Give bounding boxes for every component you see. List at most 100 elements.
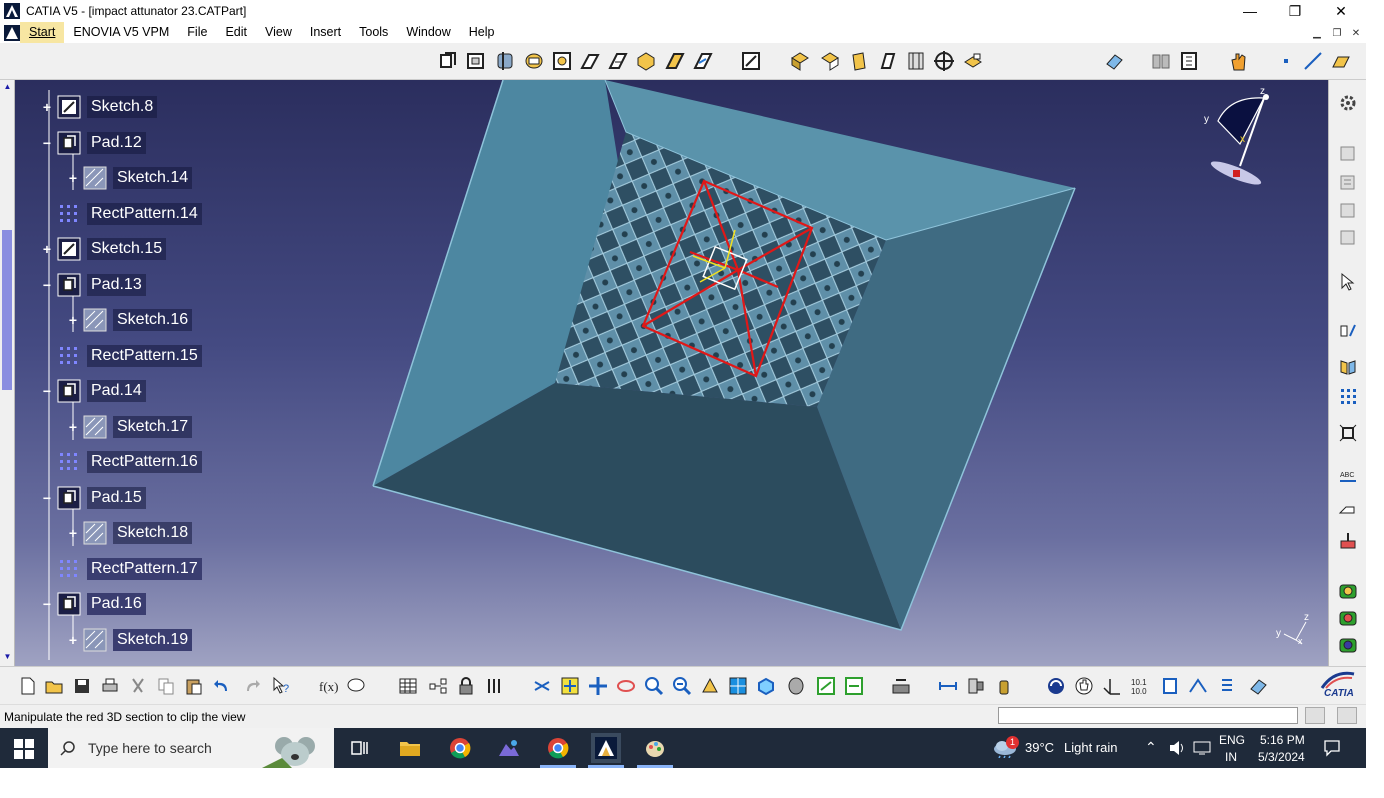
- plane-icon[interactable]: [1330, 50, 1352, 72]
- hole-tool-icon[interactable]: [551, 50, 573, 72]
- tree-node[interactable]: + Sketch.16: [67, 307, 193, 333]
- task-view-icon[interactable]: [345, 733, 375, 763]
- point-icon[interactable]: [1275, 50, 1297, 72]
- menu-insert[interactable]: Insert: [301, 22, 350, 43]
- remove-face-icon[interactable]: [962, 50, 984, 72]
- tree-expander[interactable]: +: [67, 313, 79, 327]
- pocket-tool-icon[interactable]: [465, 50, 487, 72]
- tree-node-label[interactable]: Pad.16: [87, 593, 146, 615]
- language-top[interactable]: ENG: [1219, 733, 1245, 747]
- select-cursor-icon[interactable]: [1338, 272, 1358, 292]
- tree-expander[interactable]: −: [41, 597, 53, 611]
- sync-icon[interactable]: [1046, 676, 1066, 696]
- menu-start[interactable]: Start: [20, 22, 65, 43]
- undo-icon[interactable]: [212, 676, 232, 696]
- tree-node[interactable]: + Sketch.15: [41, 236, 167, 262]
- file-explorer-icon[interactable]: [395, 733, 425, 763]
- menu-file[interactable]: File: [178, 22, 216, 43]
- mdi-close-button[interactable]: ✕: [1348, 25, 1364, 41]
- taskbar-search-box[interactable]: Type here to search: [48, 728, 334, 768]
- tree-expander[interactable]: +: [67, 420, 79, 434]
- analysis-tool-2-icon[interactable]: [1338, 608, 1358, 628]
- chamfer-icon[interactable]: [819, 50, 841, 72]
- restore-button[interactable]: ❐: [1272, 0, 1318, 22]
- tree-expander[interactable]: +: [67, 633, 79, 647]
- fly-mode-icon[interactable]: [532, 676, 552, 696]
- eraser-icon[interactable]: [1103, 50, 1125, 72]
- analysis-tool-3-icon[interactable]: [1338, 635, 1358, 655]
- cut-icon[interactable]: [128, 676, 148, 696]
- geometrical-set-icon[interactable]: [1338, 172, 1358, 192]
- tree-node-label[interactable]: Pad.13: [87, 273, 146, 296]
- tree-expander[interactable]: −: [41, 491, 53, 505]
- measure-icon[interactable]: [1338, 320, 1358, 340]
- annotation-text-icon[interactable]: ABC: [1338, 467, 1358, 487]
- minimize-button[interactable]: —: [1227, 0, 1273, 22]
- scaling-icon[interactable]: [1338, 423, 1358, 443]
- rotate-icon[interactable]: [616, 676, 636, 696]
- copy-icon[interactable]: [156, 676, 176, 696]
- command-button-1[interactable]: [1305, 707, 1325, 724]
- manipulation-icon[interactable]: [891, 676, 911, 696]
- render-style-icon[interactable]: [786, 676, 806, 696]
- formula-icon[interactable]: f(x): [318, 676, 338, 696]
- tree-node[interactable]: RectPattern.14: [41, 201, 202, 227]
- axis-system-icon[interactable]: [1102, 676, 1122, 696]
- command-input[interactable]: [998, 707, 1298, 724]
- insert-body-icon[interactable]: [1178, 50, 1200, 72]
- tree-node-label[interactable]: Sketch.18: [113, 522, 193, 544]
- menu-edit[interactable]: Edit: [216, 22, 256, 43]
- language-bottom[interactable]: IN: [1225, 750, 1237, 764]
- boolean-ops-icon[interactable]: [1338, 227, 1358, 247]
- multi-section-solid-icon[interactable]: [664, 50, 686, 72]
- catalog-icon[interactable]: [428, 676, 448, 696]
- menu-help[interactable]: Help: [460, 22, 504, 43]
- clock-date[interactable]: 5/3/2024: [1258, 750, 1305, 764]
- normal-view-icon[interactable]: [700, 676, 720, 696]
- print-icon[interactable]: [100, 676, 120, 696]
- shaft-tool-icon[interactable]: [494, 50, 516, 72]
- tree-node[interactable]: − Pad.13: [41, 272, 146, 298]
- tree-node[interactable]: RectPattern.16: [41, 449, 202, 475]
- tree-node-label[interactable]: Sketch.14: [113, 167, 193, 189]
- notifications-icon[interactable]: [1323, 739, 1341, 757]
- close-button[interactable]: ✕: [1318, 0, 1364, 22]
- iso-view-icon[interactable]: [756, 676, 776, 696]
- sketcher-tool-icon[interactable]: [740, 50, 762, 72]
- paint-app-icon[interactable]: [640, 733, 670, 763]
- volume-icon[interactable]: [1168, 740, 1186, 756]
- tree-expander[interactable]: −: [41, 384, 53, 398]
- tree-node[interactable]: − Pad.12: [41, 130, 146, 156]
- menu-tools[interactable]: Tools: [350, 22, 397, 43]
- save-icon[interactable]: [72, 676, 92, 696]
- command-button-2[interactable]: [1337, 707, 1357, 724]
- measure-inertia-icon[interactable]: [994, 676, 1014, 696]
- network-icon[interactable]: [1193, 740, 1211, 756]
- mdi-restore-button[interactable]: ❐: [1329, 25, 1345, 41]
- snap-grid-icon[interactable]: 10.110.0: [1130, 676, 1150, 696]
- open-file-icon[interactable]: [44, 676, 64, 696]
- scroll-down-arrow[interactable]: ▼: [2, 652, 13, 664]
- list-icon[interactable]: [1216, 676, 1236, 696]
- pan-icon[interactable]: [588, 676, 608, 696]
- chrome-profile-icon[interactable]: [543, 733, 573, 763]
- tree-node-label[interactable]: Pad.12: [87, 131, 146, 154]
- tree-expander[interactable]: +: [41, 100, 53, 114]
- draft-angle-icon[interactable]: [848, 50, 870, 72]
- tree-node[interactable]: RectPattern.15: [41, 343, 202, 369]
- hide-show-icon[interactable]: [816, 676, 836, 696]
- part-body-icon[interactable]: [1338, 143, 1358, 163]
- tree-node-label[interactable]: Sketch.19: [113, 628, 193, 651]
- tree-node-label[interactable]: Sketch.8: [87, 96, 158, 118]
- construction-elements-icon[interactable]: [1188, 676, 1208, 696]
- catia-taskbar-icon[interactable]: [591, 733, 621, 763]
- apply-material-icon[interactable]: [1338, 531, 1358, 551]
- tree-node-label[interactable]: Sketch.17: [113, 415, 193, 438]
- tree-node[interactable]: + Sketch.18: [67, 520, 193, 546]
- navigation-compass[interactable]: y x z: [1200, 86, 1280, 191]
- tray-overflow-chevron-icon[interactable]: ⌃: [1145, 739, 1157, 756]
- menu-window[interactable]: Window: [397, 22, 459, 43]
- new-file-icon[interactable]: [18, 676, 38, 696]
- removed-multi-section-icon[interactable]: [692, 50, 714, 72]
- windows-start-icon[interactable]: [14, 739, 34, 759]
